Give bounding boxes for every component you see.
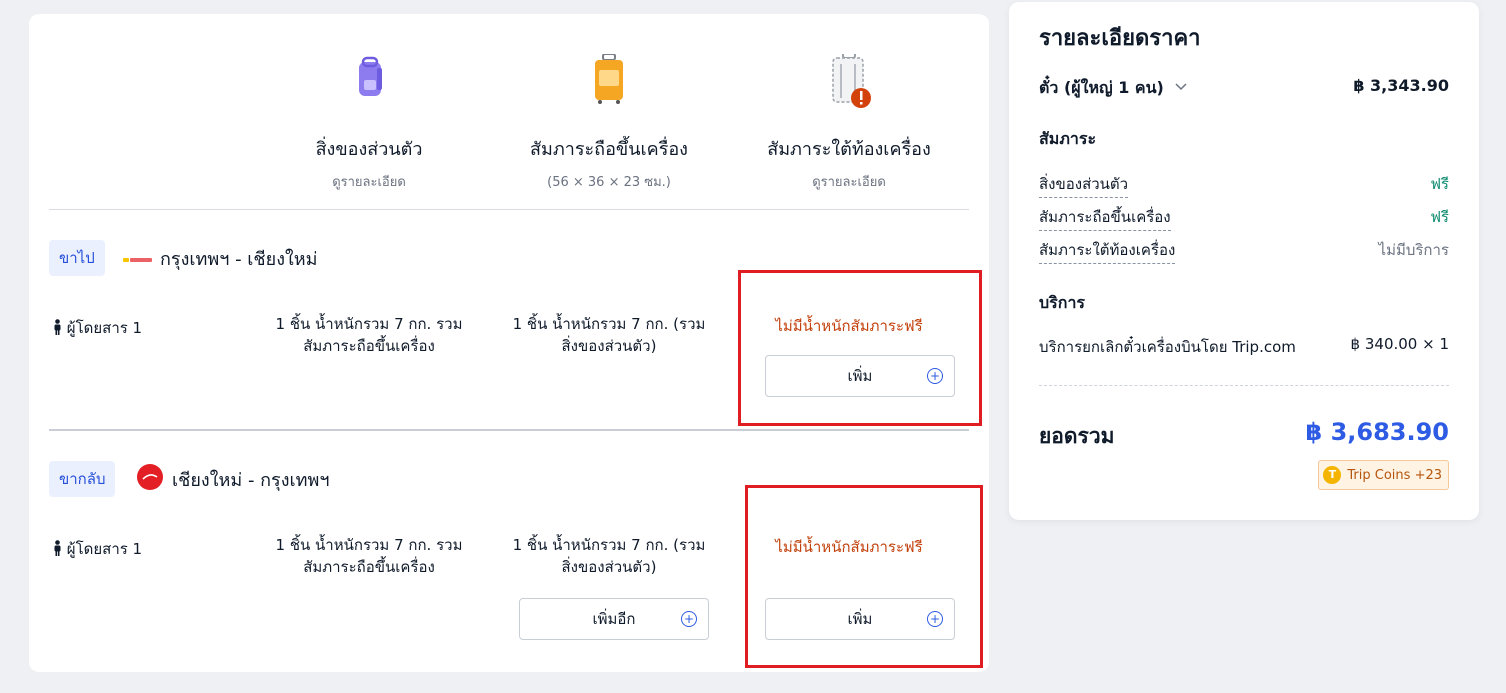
column-title: สัมภาระถือขึ้นเครื่อง [530, 139, 688, 160]
chevron-down-icon [1175, 78, 1187, 97]
return-tag: ขากลับ [49, 461, 116, 497]
details-link[interactable]: ดูรายละเอียด [734, 171, 964, 192]
baggage-item-value: ไม่มีบริการ [1378, 241, 1449, 259]
coins-text: Trip Coins +23 [1347, 467, 1442, 483]
add-more-carry-on-button[interactable]: เพิ่มอีก + [519, 598, 709, 640]
service-label: บริการยกเลิกตั๋วเครื่องบินโดย Trip.com [1039, 338, 1296, 356]
passenger-text: ผู้โดยสาร 1 [66, 540, 143, 558]
plus-circle-icon: + [681, 611, 697, 627]
ticket-label: ตั๋ว (ผู้ใหญ่ 1 คน) [1039, 76, 1187, 101]
column-title: สัมภาระใต้ท้องเครื่อง [767, 139, 931, 160]
highlight-box [738, 270, 982, 426]
column-carry-on: สัมภาระถือขึ้นเครื่อง (56 × 36 × 23 ซม.) [494, 53, 724, 192]
passenger-text: ผู้โดยสาร 1 [66, 319, 143, 337]
divider [49, 209, 969, 210]
coin-icon: T [1323, 466, 1342, 484]
service-value: ฿ 340.00 × 1 [1350, 335, 1449, 353]
divider [1039, 385, 1449, 386]
divider [49, 429, 969, 431]
trip-coins-badge: T Trip Coins +23 [1318, 460, 1449, 490]
baggage-item-value: ฟรี [1430, 175, 1449, 193]
carry-on-allowance: 1 ชิ้น น้ำหนักรวม 7 กก. (รวมสิ่งของส่วนต… [512, 536, 706, 576]
carry-on-suitcase-icon [581, 53, 637, 124]
button-label: เพิ่มอีก [592, 610, 636, 628]
summary-title: รายละเอียดราคา [1039, 26, 1201, 51]
personal-allowance: 1 ชิ้น น้ำหนักรวม 7 กก. รวมสัมภาระถือขึ้… [275, 315, 463, 355]
total-value: ฿ 3,683.90 [1305, 418, 1449, 446]
checked-baggage-warning-icon [821, 49, 877, 124]
baggage-item-label[interactable]: สัมภาระถือขึ้นเครื่อง [1039, 205, 1171, 231]
vietjet-logo [123, 250, 153, 262]
service-row: บริการยกเลิกตั๋วเครื่องบินโดย Trip.com ฿… [1039, 335, 1449, 359]
baggage-row: สิ่งของส่วนตัว ฟรี [1039, 172, 1449, 198]
ticket-price: ฿ 3,343.90 [1353, 76, 1449, 95]
route-outbound: กรุงเทพฯ - เชียงใหม่ [160, 249, 318, 270]
highlight-box [745, 485, 983, 668]
person-icon [53, 540, 67, 558]
route-return: เชียงใหม่ - กรุงเทพฯ [172, 470, 330, 491]
column-checked: สัมภาระใต้ท้องเครื่อง ดูรายละเอียด [734, 49, 964, 192]
ticket-row[interactable]: ตั๋ว (ผู้ใหญ่ 1 คน) ฿ 3,343.90 [1039, 76, 1449, 101]
backpack-icon [341, 54, 397, 124]
baggage-item-label[interactable]: สัมภาระใต้ท้องเครื่อง [1039, 238, 1176, 264]
personal-allowance: 1 ชิ้น น้ำหนักรวม 7 กก. รวมสัมภาระถือขึ้… [275, 536, 463, 576]
dimensions-text: (56 × 36 × 23 ซม.) [547, 175, 671, 190]
passenger-label: ผู้โดยสาร 1 [53, 537, 142, 561]
person-icon [53, 319, 67, 337]
baggage-table-card: สิ่งของส่วนตัว ดูรายละเอียด สัมภาระถือขึ… [29, 14, 989, 672]
total-label: ยอดรวม [1039, 424, 1115, 448]
baggage-row: สัมภาระใต้ท้องเครื่อง ไม่มีบริการ [1039, 238, 1449, 264]
baggage-item-value: ฟรี [1430, 208, 1449, 226]
carry-on-allowance: 1 ชิ้น น้ำหนักรวม 7 กก. (รวมสิ่งของส่วนต… [512, 315, 706, 355]
price-summary-card: รายละเอียดราคา ตั๋ว (ผู้ใหญ่ 1 คน) ฿ 3,3… [1009, 2, 1479, 520]
column-personal-item: สิ่งของส่วนตัว ดูรายละเอียด [254, 54, 484, 192]
baggage-row: สัมภาระถือขึ้นเครื่อง ฟรี [1039, 205, 1449, 231]
service-heading: บริการ [1039, 293, 1086, 312]
airasia-logo [137, 464, 163, 490]
baggage-item-label[interactable]: สิ่งของส่วนตัว [1039, 172, 1129, 198]
column-title: สิ่งของส่วนตัว [315, 139, 423, 160]
outbound-tag: ขาไป [49, 240, 105, 276]
passenger-label: ผู้โดยสาร 1 [53, 316, 142, 340]
baggage-heading: สัมภาระ [1039, 129, 1097, 148]
details-link[interactable]: ดูรายละเอียด [254, 171, 484, 192]
